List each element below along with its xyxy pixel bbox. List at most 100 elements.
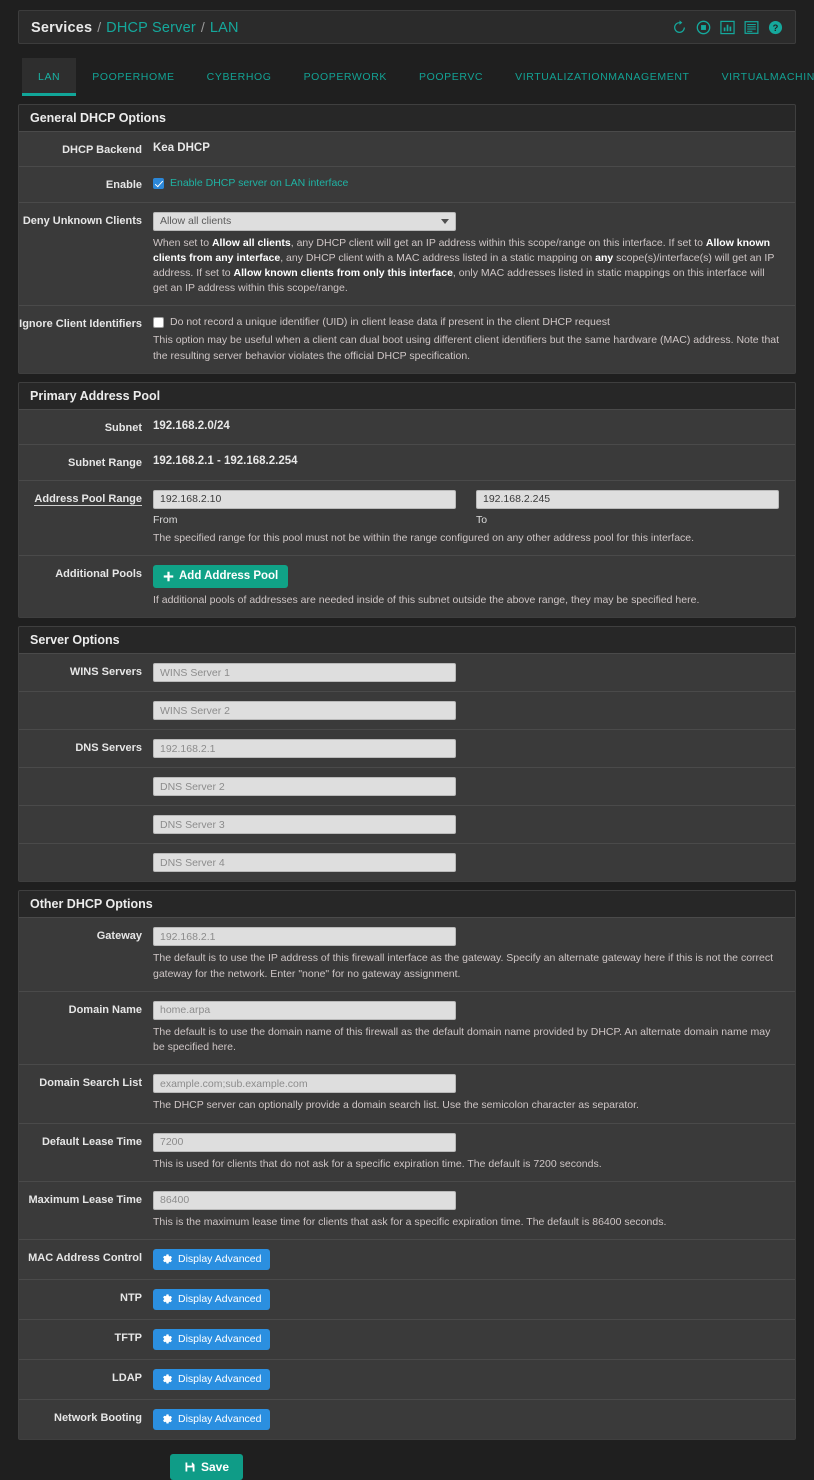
row-ldap: LDAP Display Advanced	[19, 1359, 795, 1400]
panel-title: Other DHCP Options	[19, 891, 795, 919]
help-bold: Allow all clients	[211, 236, 291, 249]
sublabel-from: From	[153, 513, 178, 526]
label-gateway: Gateway	[96, 930, 142, 943]
stop-service-icon[interactable]	[696, 20, 711, 35]
row-dns-server-1: DNS Servers	[19, 730, 795, 769]
breadcrumb-bar: Services / DHCP Server / LAN ?	[18, 10, 796, 44]
breadcrumb-separator-1: /	[97, 18, 102, 35]
label-spacer	[19, 815, 153, 834]
tab-lan[interactable]: LAN	[22, 58, 77, 96]
help-bold: any	[595, 251, 614, 264]
tab-poopervc[interactable]: POOPERVC	[403, 58, 499, 96]
row-dns-server-3	[19, 806, 795, 845]
wins-server-1-input[interactable]	[153, 663, 456, 683]
address-pool-from-input[interactable]	[153, 489, 456, 509]
row-subnet-range: Subnet Range 192.168.2.1 - 192.168.2.254	[19, 445, 795, 481]
domain-name-input[interactable]	[153, 1000, 456, 1020]
gear-icon	[162, 1254, 173, 1265]
row-additional-pools: Additional Pools Add Address Pool If add…	[19, 555, 795, 618]
breadcrumb: Services / DHCP Server / LAN	[31, 19, 672, 36]
panel-title: Primary Address Pool	[19, 382, 795, 410]
row-domain-search-list: Domain Search List The DHCP server can o…	[19, 1065, 795, 1124]
display-advanced-label: Display Advanced	[178, 1413, 262, 1426]
sublabel-to: To	[476, 513, 488, 526]
help-gateway: The default is to use the IP address of …	[153, 952, 774, 980]
help-additional-pools: If additional pools of addresses are nee…	[153, 594, 700, 607]
domain-search-list-input[interactable]	[153, 1074, 456, 1094]
dns-server-2-input[interactable]	[153, 777, 456, 797]
label-dns-servers: DNS Servers	[75, 742, 142, 755]
gateway-input[interactable]	[153, 927, 456, 947]
display-advanced-mac-address-control-button[interactable]: Display Advanced	[153, 1248, 271, 1270]
help-address-pool-range: The specified range for this pool must n…	[153, 531, 695, 544]
tab-pooperhome[interactable]: POOPERHOME	[76, 58, 190, 96]
log-icon[interactable]	[744, 20, 759, 35]
help-default-lease-time: This is used for clients that do not ask…	[153, 1157, 602, 1170]
tab-label: POOPERHOME	[92, 71, 175, 83]
dns-server-4-input[interactable]	[153, 853, 456, 873]
default-lease-time-input[interactable]	[153, 1132, 456, 1152]
dns-server-1-input[interactable]	[153, 739, 456, 759]
interface-tabs: LAN POOPERHOME CYBERHOG POOPERWORK POOPE…	[18, 58, 814, 96]
tab-cyberhog[interactable]: CYBERHOG	[191, 58, 288, 96]
label-address-pool-range: Address Pool Range	[19, 490, 153, 546]
display-advanced-ldap-button[interactable]: Display Advanced	[153, 1368, 271, 1390]
save-label: Save	[201, 1459, 230, 1474]
deny-unknown-clients-value: Allow all clients	[160, 215, 232, 228]
panel-other-dhcp-options: Other DHCP Options Gateway The default i…	[18, 890, 796, 1440]
wins-server-2-input[interactable]	[153, 701, 456, 721]
breadcrumb-current[interactable]: LAN	[210, 20, 239, 36]
row-default-lease-time: Default Lease Time This is used for clie…	[19, 1123, 795, 1182]
enable-dhcp-checkbox-label: Enable DHCP server on LAN interface	[170, 177, 349, 190]
display-advanced-network-booting-button[interactable]: Display Advanced	[153, 1408, 271, 1430]
dns-server-3-input[interactable]	[153, 815, 456, 835]
label-enable: Enable	[105, 179, 142, 192]
add-address-pool-label: Add Address Pool	[179, 569, 279, 582]
tab-label: VIRTUALIZATIONMANAGEMENT	[515, 71, 690, 83]
row-enable: Enable Enable DHCP server on LAN interfa…	[19, 167, 795, 203]
row-tftp: TFTP Display Advanced	[19, 1319, 795, 1360]
ignore-client-identifiers-checkbox[interactable]	[153, 316, 164, 328]
add-address-pool-button[interactable]: Add Address Pool	[153, 564, 289, 589]
breadcrumb-dhcp-server[interactable]: DHCP Server	[106, 20, 196, 36]
deny-unknown-clients-select[interactable]: Allow all clients	[153, 211, 456, 231]
row-maximum-lease-time: Maximum Lease Time This is the maximum l…	[19, 1181, 795, 1240]
maximum-lease-time-input[interactable]	[153, 1190, 456, 1210]
enable-dhcp-checkbox[interactable]	[153, 177, 164, 189]
label-additional-pools: Additional Pools	[55, 567, 142, 580]
tab-label: CYBERHOG	[206, 71, 272, 83]
label-network-booting: Network Booting	[54, 1411, 142, 1424]
status-chart-icon[interactable]	[720, 20, 735, 35]
help-deny-unknown-clients: When set to Allow all clients, any DHCP …	[153, 236, 781, 297]
row-domain-name: Domain Name The default is to use the do…	[19, 991, 795, 1066]
save-button[interactable]: Save	[170, 1453, 244, 1480]
help-bold: Allow known clients from only this inter…	[233, 267, 453, 280]
display-advanced-tftp-button[interactable]: Display Advanced	[153, 1328, 271, 1350]
tab-label: POOPERWORK	[303, 71, 387, 83]
display-advanced-label: Display Advanced	[178, 1293, 262, 1306]
display-advanced-label: Display Advanced	[178, 1373, 262, 1386]
panel-server-options: Server Options WINS Servers DNS Servers	[18, 626, 796, 883]
display-advanced-ntp-button[interactable]: Display Advanced	[153, 1288, 271, 1310]
restart-service-icon[interactable]	[672, 19, 687, 35]
help-icon[interactable]: ?	[768, 20, 783, 35]
row-deny-unknown-clients: Deny Unknown Clients Allow all clients W…	[19, 202, 795, 307]
address-pool-to-input[interactable]	[476, 489, 779, 509]
tab-virtualizationmanagement[interactable]: VIRTUALIZATIONMANAGEMENT	[499, 58, 705, 96]
help-domain-search-list: The DHCP server can optionally provide a…	[153, 1099, 639, 1112]
label-wins-servers: WINS Servers	[69, 666, 142, 679]
display-advanced-label: Display Advanced	[178, 1333, 262, 1346]
help-part: , any DHCP client will get an IP address…	[290, 236, 706, 249]
tab-label: VIRTUALMACHINES	[721, 71, 814, 83]
help-maximum-lease-time: This is the maximum lease time for clien…	[153, 1215, 667, 1228]
label-domain-search-list: Domain Search List	[39, 1077, 142, 1090]
breadcrumb-separator-2: /	[200, 18, 205, 35]
value-dhcp-backend: Kea DHCP	[153, 142, 210, 154]
label-spacer	[19, 701, 153, 720]
row-ignore-client-identifiers: Ignore Client Identifiers Do not record …	[19, 306, 795, 373]
row-dns-server-2	[19, 768, 795, 807]
label-ignore-client-identifiers: Ignore Client Identifiers	[19, 318, 142, 331]
tab-virtualmachines[interactable]: VIRTUALMACHINES	[706, 58, 814, 96]
tab-pooperwork[interactable]: POOPERWORK	[288, 58, 403, 96]
header-actions: ?	[672, 19, 783, 35]
